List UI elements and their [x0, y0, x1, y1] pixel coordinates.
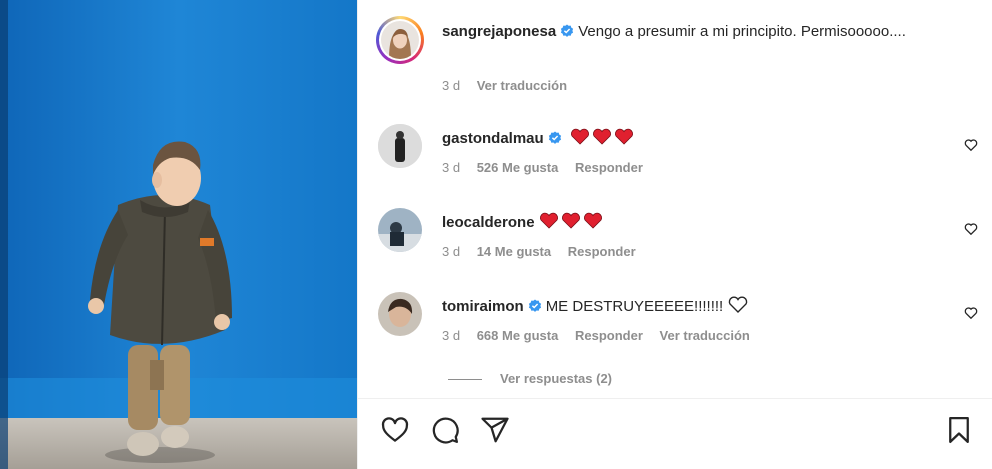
comment-translate-link[interactable]: Ver traducción — [660, 328, 750, 343]
author-avatar[interactable] — [376, 16, 424, 64]
red-hearts-emoji — [570, 128, 634, 153]
comment-text: tomiraimon ME DESTRUYEEEEE!!!!!!! — [442, 295, 938, 321]
verified-badge-icon — [548, 129, 562, 144]
comment-text: gastondalmau — [442, 127, 938, 153]
view-replies-label: Ver respuestas (2) — [500, 371, 613, 386]
caption-body: Vengo a presumir a mi principito. Permis… — [578, 23, 906, 40]
caption-text: sangrejaponesa Vengo a presumir a mi prin… — [442, 20, 938, 43]
commenter-username[interactable]: tomiraimon — [442, 298, 524, 315]
comment-meta: 3 d 14 Me gusta Responder — [442, 244, 649, 259]
reply-button[interactable]: Responder — [575, 160, 643, 175]
comment-meta: 3 d 668 Me gusta Responder Ver traducció… — [442, 328, 763, 343]
author-username[interactable]: sangrejaponesa — [442, 23, 556, 40]
view-replies-button[interactable]: Ver respuestas (2) — [448, 371, 612, 386]
post-photo — [0, 0, 357, 469]
caption-time[interactable]: 3 d — [442, 78, 460, 93]
red-hearts-emoji — [539, 212, 603, 237]
comment-likes[interactable]: 668 Me gusta — [477, 328, 559, 343]
comment-text: leocalderone — [442, 211, 938, 237]
comment-likes[interactable]: 14 Me gusta — [477, 244, 551, 259]
like-comment-heart-icon[interactable] — [964, 222, 978, 236]
heart-outline-icon[interactable] — [380, 415, 410, 445]
white-heart-emoji — [727, 296, 749, 321]
like-comment-heart-icon[interactable] — [964, 138, 978, 152]
like-comment-heart-icon[interactable] — [964, 306, 978, 320]
comment-likes[interactable]: 526 Me gusta — [477, 160, 559, 175]
comment-bubble-icon[interactable] — [430, 415, 460, 445]
caption-meta: 3 d Ver traducción — [442, 78, 580, 93]
bookmark-icon[interactable] — [944, 415, 974, 445]
commenter-avatar[interactable] — [378, 292, 422, 336]
caption-translate-link[interactable]: Ver traducción — [477, 78, 567, 93]
comment-time[interactable]: 3 d — [442, 244, 460, 259]
commenter-username[interactable]: gastondalmau — [442, 130, 544, 147]
comments-list[interactable]: sangrejaponesa Vengo a presumir a mi prin… — [358, 0, 992, 398]
commenter-avatar[interactable] — [378, 124, 422, 168]
comment-meta: 3 d 526 Me gusta Responder — [442, 160, 656, 175]
reply-button[interactable]: Responder — [575, 328, 643, 343]
comment-body: ME DESTRUYEEEEE!!!!!!! — [545, 298, 724, 315]
post-detail-panel: sangrejaponesa Vengo a presumir a mi prin… — [357, 0, 992, 469]
verified-badge-icon — [528, 297, 542, 312]
commenter-avatar[interactable] — [378, 208, 422, 252]
post-media[interactable] — [0, 0, 357, 469]
replies-divider-line — [448, 379, 482, 381]
post-actions-bar — [358, 399, 992, 469]
comment-time[interactable]: 3 d — [442, 160, 460, 175]
comment-time[interactable]: 3 d — [442, 328, 460, 343]
paper-plane-icon[interactable] — [480, 415, 510, 445]
verified-badge-icon — [560, 22, 574, 37]
commenter-username[interactable]: leocalderone — [442, 214, 535, 231]
reply-button[interactable]: Responder — [568, 244, 636, 259]
